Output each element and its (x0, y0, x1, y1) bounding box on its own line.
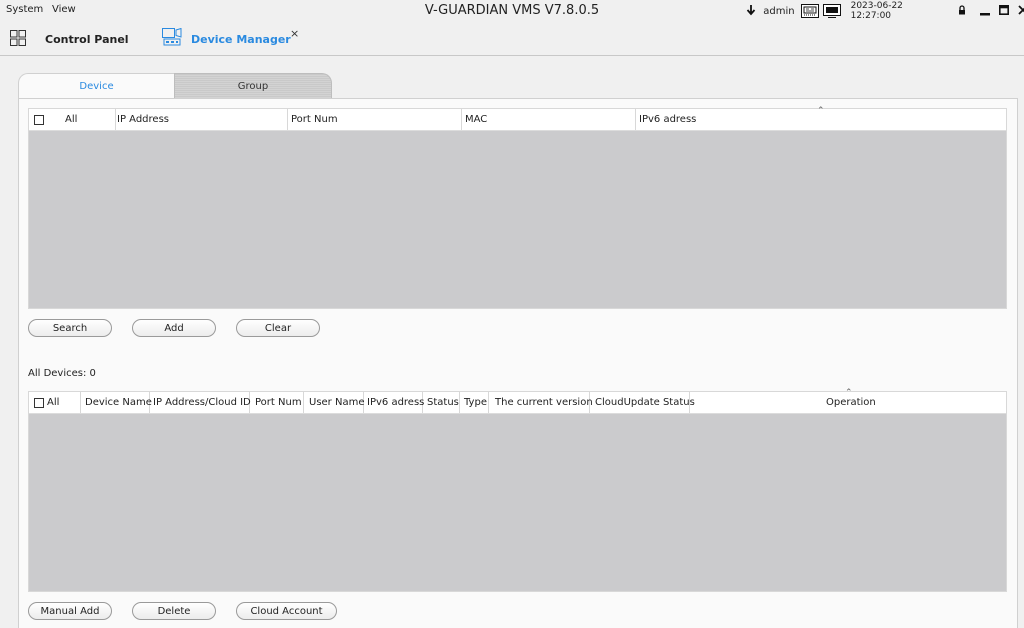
maximize-icon[interactable] (999, 5, 1010, 17)
column-header-ip-cloud-id[interactable]: IP Address/Cloud ID (153, 392, 251, 413)
download-icon[interactable] (746, 4, 757, 18)
devices-select-all-checkbox[interactable] (34, 398, 44, 408)
device-manager-tab[interactable]: Device Manager (191, 33, 291, 46)
app-title: V-GUARDIAN VMS V7.8.0.5 (424, 3, 600, 18)
column-header-ipv6[interactable]: IPv6 adress (639, 109, 839, 130)
devices-table: All Device Name IP Address/Cloud ID Port… (28, 388, 1007, 592)
delete-button[interactable]: Delete (132, 602, 216, 620)
datetime-label: 2023-06-22 12:27:00 (850, 1, 903, 21)
select-all-checkbox[interactable] (34, 115, 44, 125)
column-header-device-name[interactable]: Device Name (85, 392, 152, 413)
devices-table-header: All Device Name IP Address/Cloud ID Port… (29, 388, 1006, 414)
column-header-current-version[interactable]: The current version (495, 392, 593, 413)
cloud-account-button[interactable]: Cloud Account (236, 602, 337, 620)
column-header-cloudupdate-status[interactable]: CloudUpdate Status (595, 392, 695, 413)
titlebar-right-group: admin 2023-06-22 12:27:00 (746, 1, 1024, 21)
username-label[interactable]: admin (763, 6, 794, 17)
lock-icon[interactable] (958, 5, 967, 17)
close-window-icon[interactable] (1018, 5, 1024, 17)
column-header-status[interactable]: Status (427, 392, 460, 413)
search-button[interactable]: Search (28, 319, 112, 337)
cpu-icon (800, 4, 819, 18)
menu-system[interactable]: System (6, 4, 43, 15)
tab-device[interactable]: Device (18, 73, 175, 100)
column-header-all[interactable]: All (65, 109, 116, 130)
search-table-header: All IP Address Port Num MAC IPv6 adress … (29, 106, 1006, 131)
column-header-ip-address[interactable]: IP Address (117, 109, 288, 130)
add-button[interactable]: Add (132, 319, 216, 337)
column-header-port-num[interactable]: Port Num (291, 109, 462, 130)
grid-icon[interactable] (10, 30, 26, 46)
column-header-user-name[interactable]: User Name (309, 392, 364, 413)
column-header-all[interactable]: All (47, 392, 81, 413)
monitor-icon (822, 4, 841, 18)
title-bar: System View V-GUARDIAN VMS V7.8.0.5 admi… (0, 0, 1024, 22)
control-panel-tab[interactable]: Control Panel (45, 33, 129, 46)
tab-group[interactable]: Group (174, 73, 332, 100)
column-header-ipv6[interactable]: IPv6 adress (367, 392, 424, 413)
all-devices-count: All Devices: 0 (28, 368, 96, 379)
column-header-mac[interactable]: MAC (465, 109, 636, 130)
minimize-icon[interactable] (979, 5, 991, 17)
manual-add-button[interactable]: Manual Add (28, 602, 112, 620)
clear-button[interactable]: Clear (236, 319, 320, 337)
sort-caret-icon[interactable]: ⌃ (845, 388, 853, 398)
device-manager-icon (162, 27, 182, 46)
column-header-operation[interactable]: Operation (826, 392, 896, 413)
menu-view[interactable]: View (52, 4, 76, 15)
column-header-port-num[interactable]: Port Num (255, 392, 304, 413)
close-tab-icon[interactable]: × (290, 27, 299, 40)
column-header-type[interactable]: Type (464, 392, 489, 413)
sort-caret-icon[interactable]: ⌃ (817, 106, 825, 116)
nav-bar: Control Panel Device Manager × (0, 22, 1024, 56)
tab-bar: Device Group (18, 73, 332, 100)
search-results-table: All IP Address Port Num MAC IPv6 adress … (28, 106, 1007, 309)
